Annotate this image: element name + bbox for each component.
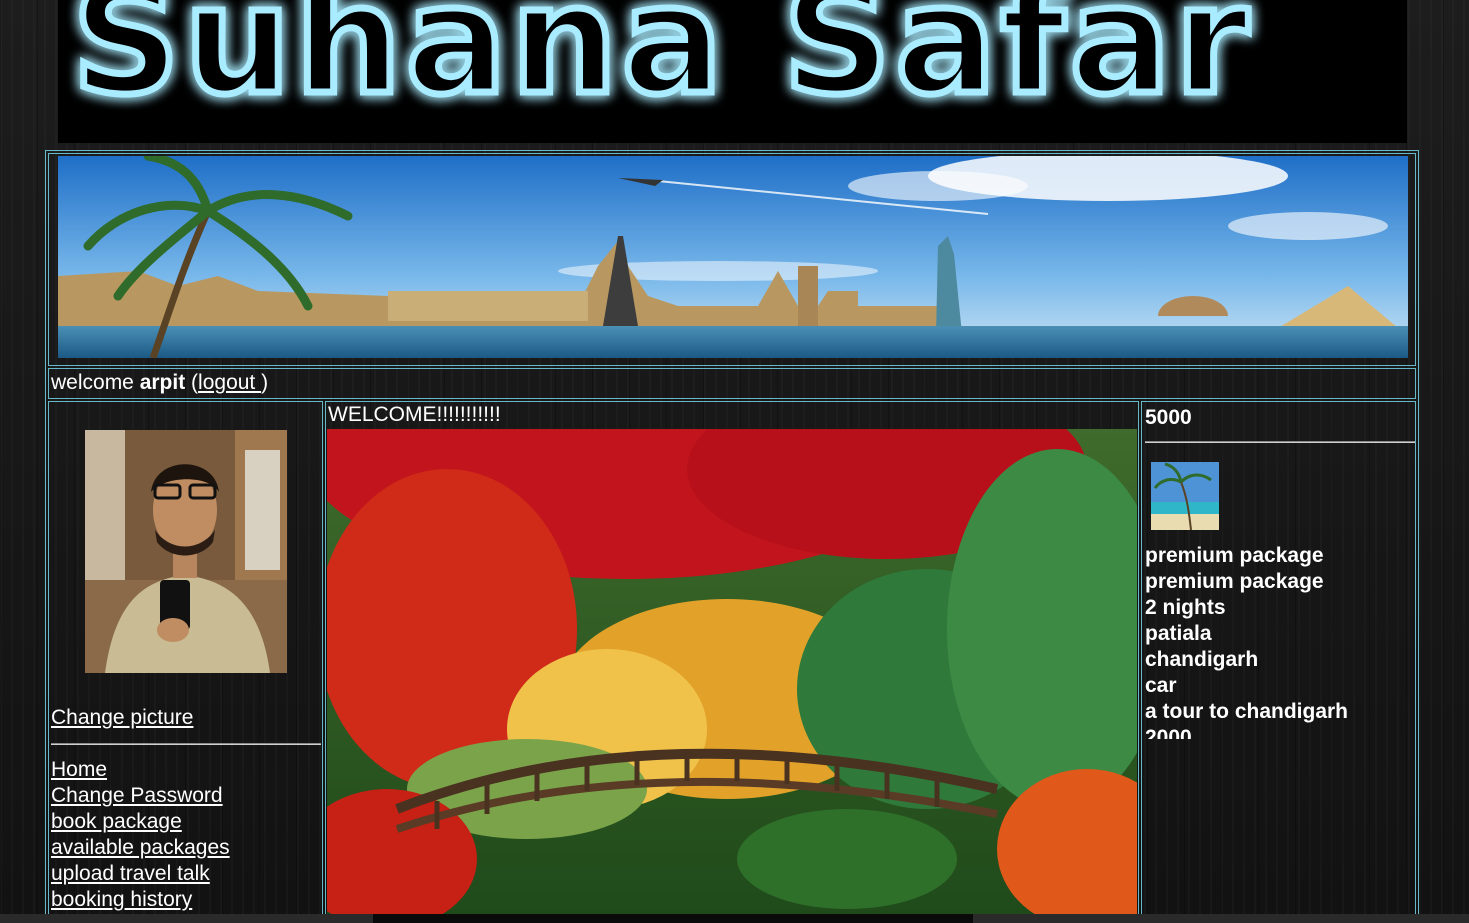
site-logo: Suhana Safar — [69, 0, 1253, 132]
package-detail: car — [1145, 674, 1177, 697]
sidebar-nav-item: Change Password — [51, 783, 230, 809]
scrollbar-thumb[interactable] — [373, 914, 973, 923]
sidebar-nav-item: upload travel talk — [51, 861, 230, 887]
horizontal-scrollbar[interactable] — [0, 914, 1469, 923]
sidebar-nav-item: available packages — [51, 835, 230, 861]
garden-image — [327, 429, 1137, 919]
main-welcome-heading: WELCOME!!!!!!!!!!! — [328, 403, 501, 426]
nav-link-available-packages[interactable]: available packages — [51, 836, 230, 859]
package-price: 5000 — [1145, 406, 1192, 429]
sidebar-nav-item: book package — [51, 809, 230, 835]
package-thumbnail[interactable] — [1151, 462, 1219, 530]
sidebar-divider — [51, 743, 321, 745]
nav-link-book-package[interactable]: book package — [51, 810, 182, 833]
package-detail: premium package — [1145, 544, 1324, 567]
sidebar-nav-item: booking history — [51, 887, 230, 913]
nav-link-booking-history[interactable]: booking history — [51, 888, 192, 911]
package-detail: premium package — [1145, 570, 1324, 593]
logout-link[interactable]: logout — [198, 371, 261, 394]
paren-open: ( — [185, 371, 199, 394]
package-detail: patiala — [1145, 622, 1212, 645]
paren-close: ) — [261, 371, 269, 394]
username: arpit — [139, 371, 186, 394]
welcome-prefix: welcome — [51, 371, 140, 394]
change-picture-link[interactable]: Change picture — [51, 706, 193, 730]
sidebar-nav: Home Change Password book package availa… — [51, 757, 230, 913]
nav-link-upload-travel-talk[interactable]: upload travel talk — [51, 862, 210, 885]
package-details: premium package premium package 2 nights… — [1145, 543, 1413, 739]
package-detail: a tour to chandigarh — [1145, 700, 1349, 723]
welcome-line: welcome arpit (logout ) — [51, 371, 268, 395]
travel-banner-image — [58, 156, 1408, 358]
nav-link-change-password[interactable]: Change Password — [51, 784, 223, 807]
nav-link-home[interactable]: Home — [51, 758, 107, 781]
package-detail: 2000 — [1145, 726, 1192, 739]
package-divider — [1145, 441, 1415, 443]
site-logo-banner: Suhana Safar — [58, 0, 1407, 143]
package-detail: 2 nights — [1145, 596, 1226, 619]
logo-text: Suhana Safar — [72, 0, 1253, 128]
profile-picture — [85, 430, 287, 673]
package-detail: chandigarh — [1145, 648, 1259, 671]
sidebar-nav-item: Home — [51, 757, 230, 783]
